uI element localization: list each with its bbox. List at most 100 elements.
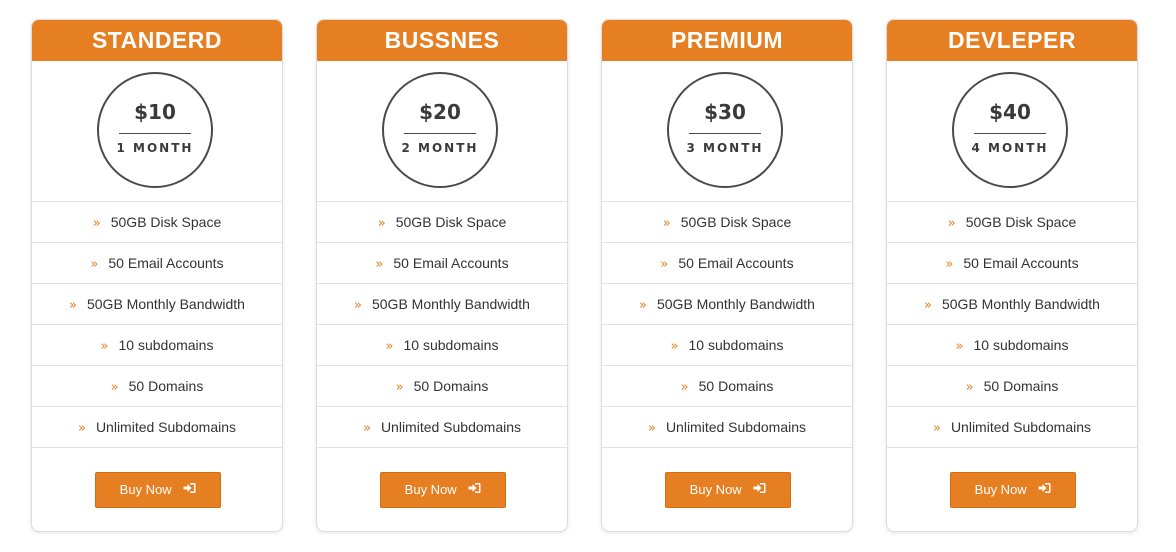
double-chevron-right-icon: » [77,421,86,436]
feature-label: 50 Domains [128,378,204,394]
feature-item: » 50 Email Accounts [602,243,852,284]
double-chevron-right-icon: » [947,216,956,231]
plan-name: DEVLEPER [887,20,1137,61]
price-period: 2 MONTH [401,141,479,155]
double-chevron-right-icon: » [385,339,394,354]
buy-area: Buy Now [887,448,1137,531]
double-chevron-right-icon: » [100,339,109,354]
feature-item: » 50 Domains [32,366,282,407]
double-chevron-right-icon: » [647,421,656,436]
double-chevron-right-icon: » [69,298,77,313]
sign-in-icon [753,473,766,507]
feature-item: » 50GB Disk Space [317,202,567,243]
feature-label: 50GB Disk Space [680,214,792,230]
feature-label: 50 Email Accounts [108,255,224,271]
sign-in-icon [183,473,196,507]
buy-now-button[interactable]: Buy Now [95,472,221,508]
price-period: 3 MONTH [686,141,764,155]
price-divider [689,133,761,134]
feature-item: » 50 Email Accounts [887,243,1137,284]
price-amount: $20 [419,100,461,124]
double-chevron-right-icon: » [92,216,101,231]
price-divider [404,133,476,134]
double-chevron-right-icon: » [377,216,386,231]
feature-label: 50 Domains [983,378,1059,394]
feature-list: » 50GB Disk Space » 50 Email Accounts » 50G… [887,202,1137,448]
feature-list: » 50GB Disk Space » 50 Email Accounts » 50G… [602,202,852,448]
double-chevron-right-icon: » [955,339,964,354]
feature-label: Unlimited Subdomains [380,419,522,435]
double-chevron-right-icon: » [362,421,371,436]
double-chevron-right-icon: » [680,380,689,395]
feature-list: » 50GB Disk Space » 50 Email Accounts » 50G… [32,202,282,448]
double-chevron-right-icon: » [670,339,679,354]
double-chevron-right-icon: » [924,298,932,313]
price-circle: $30 3 MONTH [667,72,783,188]
price-area: $20 2 MONTH [317,61,567,202]
buy-now-button[interactable]: Buy Now [665,472,791,508]
price-circle: $20 2 MONTH [382,72,498,188]
double-chevron-right-icon: » [965,380,974,395]
double-chevron-right-icon: » [90,257,99,272]
feature-label: 10 subdomains [118,337,214,353]
feature-label: 50GB Monthly Bandwidth [86,296,245,312]
feature-item: » 50 Domains [317,366,567,407]
plan-name: PREMIUM [602,20,852,61]
feature-label: 10 subdomains [403,337,499,353]
plan-name: BUSSNES [317,20,567,61]
buy-now-button[interactable]: Buy Now [380,472,506,508]
feature-label: Unlimited Subdomains [950,419,1092,435]
feature-label: 50GB Monthly Bandwidth [941,296,1100,312]
price-amount: $30 [704,100,746,124]
buy-now-label: Buy Now [404,482,457,497]
feature-item: » 50 Email Accounts [32,243,282,284]
feature-label: 10 subdomains [688,337,784,353]
feature-item: » Unlimited Subdomains [602,407,852,448]
price-amount: $40 [989,100,1031,124]
price-amount: $10 [134,100,176,124]
feature-item: » 50GB Disk Space [602,202,852,243]
feature-label: Unlimited Subdomains [95,419,237,435]
feature-label: 50GB Monthly Bandwidth [656,296,815,312]
double-chevron-right-icon: » [945,257,954,272]
feature-item: » Unlimited Subdomains [317,407,567,448]
feature-item: » Unlimited Subdomains [887,407,1137,448]
price-area: $10 1 MONTH [32,61,282,202]
double-chevron-right-icon: » [932,421,941,436]
double-chevron-right-icon: » [639,298,647,313]
feature-label: 50 Domains [698,378,774,394]
price-area: $40 4 MONTH [887,61,1137,202]
pricing-card-premium: PREMIUM $30 3 MONTH » 50GB Disk Space » 50… [601,19,853,532]
feature-label: 10 subdomains [973,337,1069,353]
feature-label: 50GB Disk Space [395,214,507,230]
feature-label: 50GB Monthly Bandwidth [371,296,530,312]
feature-item: » 50GB Disk Space [887,202,1137,243]
feature-item: » 10 subdomains [887,325,1137,366]
feature-label: Unlimited Subdomains [665,419,807,435]
price-divider [119,133,191,134]
feature-item: » 50GB Disk Space [32,202,282,243]
pricing-card-standerd: STANDERD $10 1 MONTH » 50GB Disk Space » 5… [31,19,283,532]
buy-area: Buy Now [317,448,567,531]
double-chevron-right-icon: » [354,298,362,313]
buy-now-button[interactable]: Buy Now [950,472,1076,508]
buy-now-label: Buy Now [689,482,742,497]
pricing-card-bussnes: BUSSNES $20 2 MONTH » 50GB Disk Space » 50… [316,19,568,532]
double-chevron-right-icon: » [110,380,119,395]
feature-list: » 50GB Disk Space » 50 Email Accounts » 50G… [317,202,567,448]
feature-item: » 50GB Monthly Bandwidth [32,284,282,325]
feature-item: » 50 Email Accounts [317,243,567,284]
feature-item: » Unlimited Subdomains [32,407,282,448]
feature-item: » 50GB Monthly Bandwidth [317,284,567,325]
feature-item: » 50 Domains [887,366,1137,407]
feature-label: 50 Email Accounts [393,255,509,271]
sign-in-icon [468,473,481,507]
double-chevron-right-icon: » [660,257,669,272]
feature-item: » 10 subdomains [317,325,567,366]
feature-item: » 50 Domains [602,366,852,407]
sign-in-icon [1038,473,1051,507]
double-chevron-right-icon: » [662,216,671,231]
buy-area: Buy Now [32,448,282,531]
double-chevron-right-icon: » [375,257,384,272]
price-area: $30 3 MONTH [602,61,852,202]
